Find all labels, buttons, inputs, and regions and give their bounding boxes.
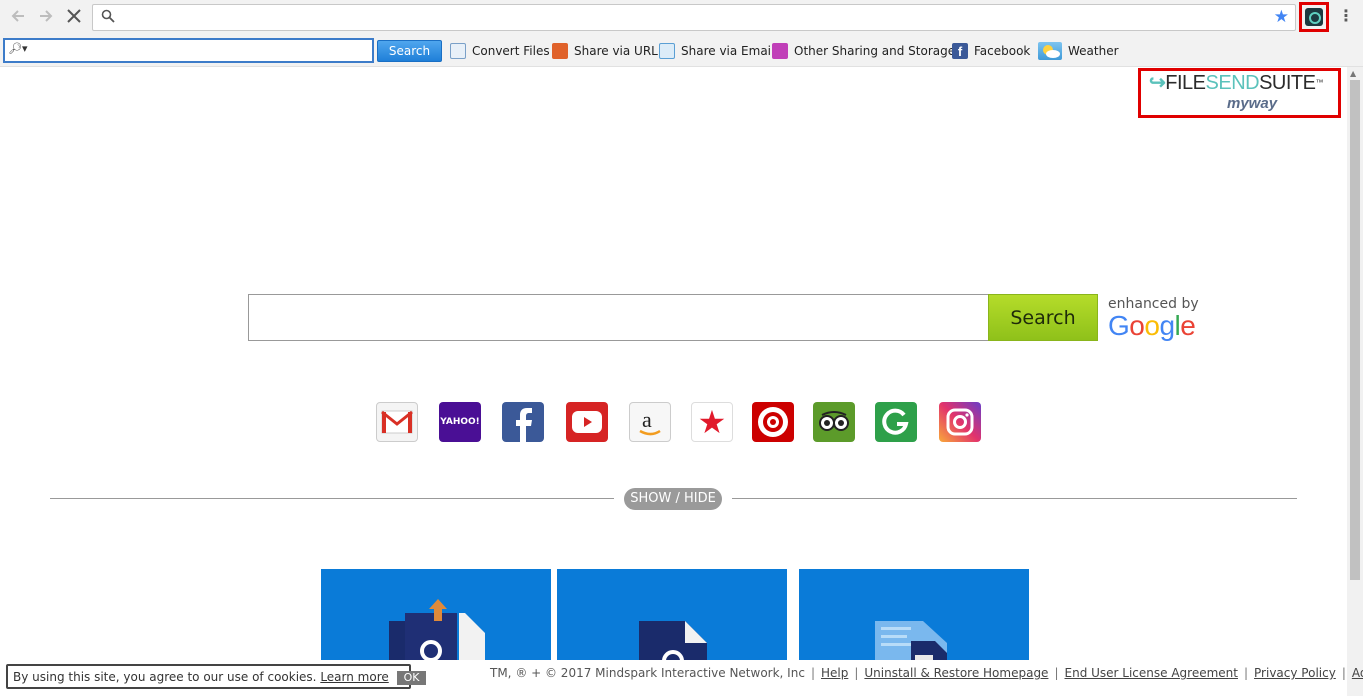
cookie-ok-button[interactable]: OK	[396, 671, 427, 685]
extension-toolbar: 🔎︎▾ Search Convert Files Share via URL S…	[0, 35, 1363, 67]
toolbar-item-label: Weather	[1068, 44, 1119, 58]
kebab-menu-icon[interactable]: ⋮	[1338, 6, 1354, 26]
feature-card-document[interactable]	[799, 569, 1029, 669]
toolbar-convert-files[interactable]: Convert Files	[450, 41, 550, 61]
search-dropdown-icon[interactable]: 🔎︎▾	[8, 42, 28, 55]
stop-button[interactable]	[63, 5, 85, 27]
extension-button[interactable]	[1299, 2, 1329, 32]
toolbar-weather[interactable]: Weather	[1038, 41, 1119, 61]
filesendsuite-extension-icon	[1305, 8, 1323, 26]
myway-logo: myway	[1227, 95, 1278, 112]
toolbar-facebook[interactable]: f Facebook	[952, 41, 1030, 61]
arrow-right-icon	[40, 10, 53, 22]
file-link-icon	[639, 621, 707, 669]
yahoo-icon: YAHOO!	[440, 417, 480, 427]
page-footer: By using this site, you agree to our use…	[0, 660, 1363, 696]
tripadvisor-icon	[819, 411, 849, 431]
toolbar-share-via-email[interactable]: Share via Email	[659, 41, 774, 61]
youtube-icon	[572, 411, 602, 433]
adchoices-link[interactable]: AdChoices	[1352, 666, 1363, 680]
toolbar-search-button[interactable]: Search	[377, 40, 442, 62]
divider-right	[732, 498, 1297, 499]
svg-text:a: a	[642, 407, 652, 432]
toolbar-share-via-url[interactable]: Share via URL	[552, 41, 658, 61]
quicklink-amazon[interactable]: a	[629, 402, 671, 442]
learn-more-link[interactable]: Learn more	[320, 670, 388, 684]
arrow-left-icon	[11, 10, 24, 22]
scroll-up-arrow-icon[interactable]: ▲	[1350, 69, 1356, 78]
help-link[interactable]: Help	[821, 666, 848, 680]
share-url-icon	[552, 43, 568, 59]
show-hide-toggle[interactable]: SHOW / HIDE	[624, 488, 722, 510]
quicklink-gmail[interactable]	[376, 402, 418, 442]
share-email-icon	[659, 43, 675, 59]
quicklink-instagram[interactable]	[939, 402, 981, 442]
quicklink-macys[interactable]: ★	[691, 402, 733, 442]
feature-card-link[interactable]	[557, 569, 787, 669]
address-input[interactable]	[123, 8, 1263, 27]
main-search-box[interactable]	[248, 294, 990, 341]
copyright-text: TM, ® + © 2017 Mindspark Interactive Net…	[490, 666, 805, 680]
cookie-text: By using this site, you agree to our use…	[13, 670, 317, 684]
back-button[interactable]	[7, 5, 29, 27]
filesendsuite-logo[interactable]: ↪FILESENDSUITE™ myway	[1138, 68, 1341, 118]
search-icon	[101, 9, 115, 23]
gmail-icon	[381, 410, 413, 434]
toolbar-item-label: Facebook	[974, 44, 1031, 58]
toolbar-item-label: Convert Files	[472, 44, 550, 58]
target-icon	[758, 407, 788, 437]
uninstall-link[interactable]: Uninstall & Restore Homepage	[864, 666, 1048, 680]
facebook-icon	[516, 408, 532, 442]
file-upload-icon	[389, 599, 485, 669]
close-icon	[67, 9, 81, 23]
convert-files-icon	[450, 43, 466, 59]
storage-icon	[772, 43, 788, 59]
scroll-thumb[interactable]	[1350, 80, 1360, 580]
toolbar-item-label: Other Sharing and Storage	[794, 44, 956, 58]
toolbar-other-sharing[interactable]: Other Sharing and Storage	[772, 41, 955, 61]
facebook-icon: f	[952, 43, 968, 59]
google-logo: Google	[1108, 310, 1196, 341]
main-search-button[interactable]: Search	[988, 294, 1098, 341]
page-scrollbar[interactable]: ▲	[1347, 67, 1363, 696]
macys-star-icon: ★	[697, 403, 727, 441]
quicklink-grammarly[interactable]	[875, 402, 917, 442]
quicklink-youtube[interactable]	[566, 402, 608, 442]
toolbar-item-label: Share via URL	[574, 44, 658, 58]
forward-button[interactable]	[35, 5, 57, 27]
quicklink-target[interactable]	[752, 402, 794, 442]
star-icon[interactable]: ★	[1274, 6, 1289, 28]
toolbar-item-label: Share via Email	[681, 44, 775, 58]
eula-link[interactable]: End User License Agreement	[1065, 666, 1238, 680]
toolbar-search-input[interactable]	[31, 42, 361, 59]
document-icon	[875, 621, 947, 669]
logo-arrow-icon: ↪	[1149, 72, 1166, 94]
weather-icon	[1038, 42, 1062, 60]
address-bar[interactable]: ★	[92, 4, 1296, 31]
main-search-input[interactable]	[253, 299, 983, 336]
grammarly-icon	[882, 408, 909, 435]
privacy-policy-link[interactable]: Privacy Policy	[1254, 666, 1336, 680]
divider-left	[50, 498, 614, 499]
toolbar-search-box[interactable]: 🔎︎▾	[3, 38, 374, 63]
cookie-notice: By using this site, you agree to our use…	[6, 664, 427, 689]
amazon-icon: a	[639, 407, 661, 436]
browser-chrome: ★ ⋮	[0, 0, 1363, 35]
quicklink-tripadvisor[interactable]	[813, 402, 855, 442]
quicklink-facebook[interactable]	[502, 402, 544, 442]
quicklink-yahoo[interactable]: YAHOO!	[439, 402, 481, 442]
instagram-icon	[946, 408, 974, 436]
logo-wordmark: ↪FILESENDSUITE™	[1149, 72, 1323, 94]
feature-card-upload[interactable]	[321, 569, 551, 669]
footer-links: TM, ® + © 2017 Mindspark Interactive Net…	[490, 666, 1363, 680]
